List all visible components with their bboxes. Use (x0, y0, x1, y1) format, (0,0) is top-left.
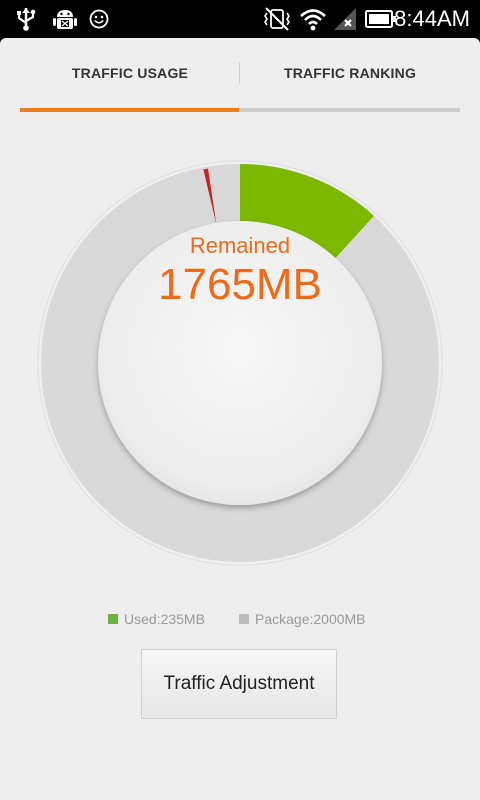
tab-traffic-ranking[interactable]: TRAFFIC RANKING (240, 38, 460, 108)
legend-package: Package:2000MB (239, 611, 366, 627)
mute-vibrate-icon (262, 7, 292, 31)
no-signal-icon (332, 7, 358, 31)
legend: Used:235MB Package:2000MB (0, 611, 480, 631)
used-swatch (108, 614, 118, 624)
remaining-display: Remained 1765MB (98, 233, 382, 309)
battery-icon (365, 7, 397, 31)
remained-label: Remained (189, 233, 291, 258)
clock: 8:44AM (394, 6, 470, 31)
legend-used: Used:235MB (108, 611, 205, 627)
traffic-gauge (37, 160, 443, 566)
smiley-icon (88, 7, 110, 31)
traffic-app: TRAFFIC USAGE TRAFFIC RANKING Remained 1… (0, 38, 480, 800)
remained-value: 1765MB (158, 260, 322, 309)
usb-icon (14, 7, 38, 31)
tab-indicator (20, 108, 239, 112)
package-swatch (239, 614, 249, 624)
android-debug-icon (52, 7, 78, 31)
tab-bar: TRAFFIC USAGE TRAFFIC RANKING (20, 38, 460, 112)
wifi-icon (299, 7, 327, 31)
traffic-adjustment-button[interactable]: Traffic Adjustment (141, 649, 337, 719)
status-bar: 8:44AM (0, 0, 480, 38)
tab-traffic-usage[interactable]: TRAFFIC USAGE (20, 38, 240, 108)
legend-package-label: Package:2000MB (255, 611, 366, 627)
legend-used-label: Used:235MB (124, 611, 205, 627)
